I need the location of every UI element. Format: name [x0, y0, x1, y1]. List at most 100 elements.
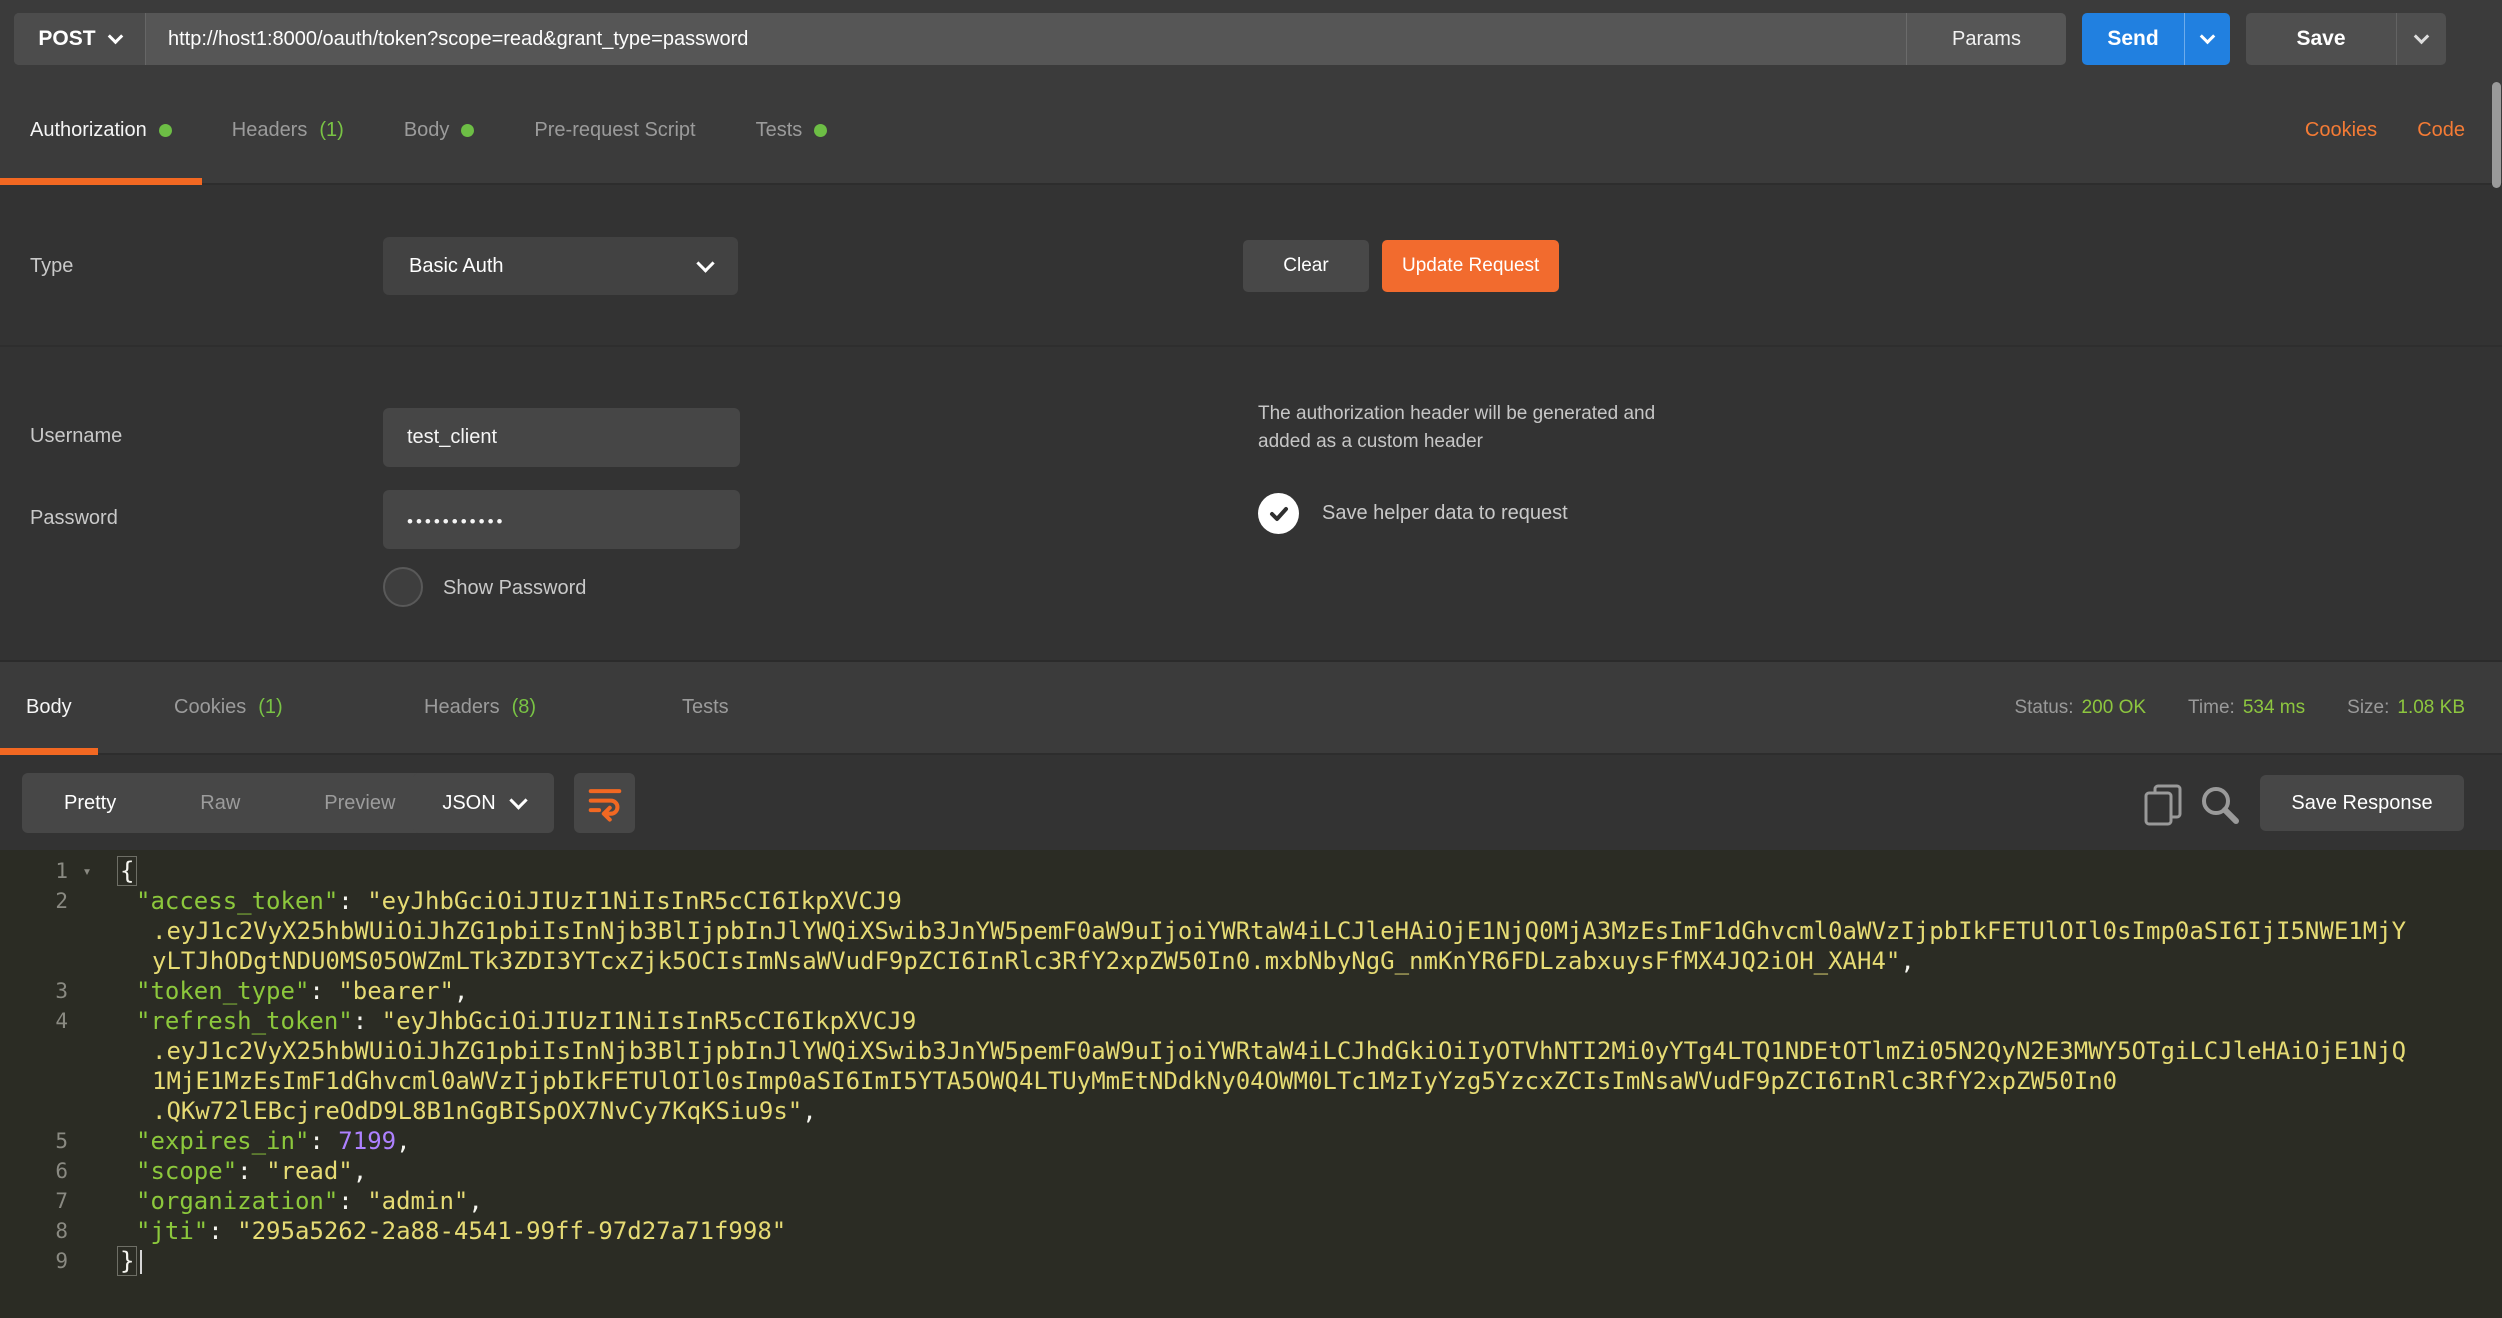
tab-headers[interactable]: Headers (1)	[202, 78, 374, 183]
request-tabs: Authorization Headers (1) Body Pre-reque…	[0, 78, 2502, 185]
save-helper-checkbox[interactable]	[1258, 493, 1299, 534]
fold-arrow-icon[interactable]: ▾	[68, 856, 106, 886]
line-number: 2	[0, 886, 68, 916]
username-input[interactable]: test_client	[383, 408, 740, 467]
save-button[interactable]: Save	[2246, 13, 2396, 65]
format-value: JSON	[442, 792, 495, 815]
helper-note-line1: The authorization header will be generat…	[1258, 400, 1655, 428]
url-input[interactable]: http://host1:8000/oauth/token?scope=read…	[146, 13, 1906, 65]
request-bar: POST http://host1:8000/oauth/token?scope…	[0, 0, 2502, 78]
password-label: Password	[30, 507, 118, 530]
response-meta: Status:200 OK Time:534 ms Size:1.08 KB	[2014, 662, 2465, 753]
send-button-group: Send	[2082, 13, 2230, 65]
password-value: •••••••••••	[407, 508, 505, 532]
view-raw-button[interactable]: Raw	[158, 792, 282, 815]
response-body-editor[interactable]: 1▾{2"access_token": "eyJhbGciOiJIUzI1NiI…	[0, 850, 2502, 1318]
line-number: 3	[0, 976, 68, 1006]
save-button-group: Save	[2246, 13, 2446, 65]
view-pretty-button[interactable]: Pretty	[22, 792, 158, 815]
show-password-label: Show Password	[443, 577, 586, 600]
save-helper-label: Save helper data to request	[1322, 502, 1568, 525]
cookies-link[interactable]: Cookies	[2305, 119, 2377, 142]
response-tabs: Body Cookies (1) Headers (8) Tests Statu…	[0, 660, 2502, 755]
fold-gutter	[68, 1126, 106, 1156]
code-line: 8"jti": "295a5262-2a88-4541-99ff-97d27a7…	[0, 1216, 2502, 1246]
view-mode-group: Pretty Raw Preview	[22, 773, 437, 833]
tab-authorization[interactable]: Authorization	[0, 78, 202, 183]
code-line: 9}	[0, 1246, 2502, 1276]
type-label: Type	[30, 255, 73, 278]
code-line: 2"access_token": "eyJhbGciOiJIUzI1NiIsIn…	[0, 886, 2502, 916]
response-tab-headers-label: Headers	[424, 696, 500, 719]
check-icon	[1267, 502, 1291, 526]
search-response-button[interactable]	[2198, 783, 2242, 827]
fold-gutter	[68, 886, 106, 916]
authorization-panel: Type Basic Auth Clear Update Request Use…	[0, 185, 2502, 660]
word-wrap-icon	[586, 784, 624, 822]
method-label: POST	[38, 27, 95, 51]
tab-body-label: Body	[404, 119, 450, 142]
fold-gutter	[68, 1216, 106, 1246]
tab-authorization-label: Authorization	[30, 119, 147, 142]
show-password-radio[interactable]	[383, 567, 423, 607]
save-response-button[interactable]: Save Response	[2260, 775, 2464, 831]
update-request-button[interactable]: Update Request	[1382, 240, 1559, 292]
tab-tests[interactable]: Tests	[726, 78, 858, 183]
line-number	[0, 1096, 68, 1126]
chevron-down-icon	[2200, 28, 2216, 44]
code-line: 5 "expires_in": 7199,	[0, 1126, 2502, 1156]
response-toolbar: Pretty Raw Preview JSON	[0, 755, 2502, 850]
fold-gutter	[68, 1096, 106, 1126]
tab-body[interactable]: Body	[374, 78, 505, 183]
save-options-button[interactable]	[2396, 13, 2446, 65]
copy-response-button[interactable]	[2141, 783, 2185, 827]
tab-pre-request-script[interactable]: Pre-request Script	[504, 78, 725, 183]
password-input[interactable]: •••••••••••	[383, 490, 740, 549]
response-tab-headers[interactable]: Headers (8)	[398, 662, 562, 753]
line-number: 9	[0, 1246, 68, 1276]
tab-links: Cookies Code	[2305, 78, 2465, 183]
tab-pre-request-label: Pre-request Script	[534, 119, 695, 142]
send-button[interactable]: Send	[2082, 13, 2184, 65]
response-tab-tests[interactable]: Tests	[656, 662, 755, 753]
fold-gutter	[68, 1006, 106, 1036]
response-tab-body[interactable]: Body	[0, 662, 98, 753]
method-select[interactable]: POST	[14, 13, 146, 65]
size-value: 1.08 KB	[2397, 697, 2465, 718]
line-number	[0, 946, 68, 976]
fold-gutter	[68, 1246, 106, 1276]
search-icon	[2199, 784, 2241, 826]
response-tab-cookies-label: Cookies	[174, 696, 246, 719]
auth-type-select[interactable]: Basic Auth	[383, 237, 738, 295]
tab-headers-label: Headers	[232, 119, 308, 142]
line-number	[0, 1036, 68, 1066]
code-line: 6"scope": "read",	[0, 1156, 2502, 1186]
size-badge: Size:1.08 KB	[2347, 697, 2465, 719]
code-text: .eyJ1c2VyX25hbWUiOiJhZG1pbiIsInNjb3BlIjp…	[106, 916, 2502, 946]
code-text: }	[106, 1246, 2502, 1276]
time-value: 534 ms	[2243, 697, 2305, 718]
send-options-button[interactable]	[2184, 13, 2230, 65]
line-number: 8	[0, 1216, 68, 1246]
code-text: .eyJ1c2VyX25hbWUiOiJhZG1pbiIsInNjb3BlIjp…	[106, 1036, 2502, 1066]
code-line: .QKw72lEBcjreOdD9L8B1nGgBISpOX7NvCy7KqKS…	[0, 1096, 2502, 1126]
params-button[interactable]: Params	[1906, 13, 2066, 65]
chevron-down-icon	[509, 791, 527, 809]
code-link[interactable]: Code	[2417, 119, 2465, 142]
line-number: 1	[0, 856, 68, 886]
text-cursor	[140, 1250, 142, 1274]
scrollbar-thumb[interactable]	[2492, 82, 2501, 188]
clear-button[interactable]: Clear	[1243, 240, 1369, 292]
chevron-down-icon	[2414, 28, 2430, 44]
code-text: "organization": "admin",	[106, 1186, 2502, 1216]
helper-note-line2: added as a custom header	[1258, 428, 1655, 456]
code-text: "expires_in": 7199,	[106, 1126, 2502, 1156]
response-tab-cookies[interactable]: Cookies (1)	[148, 662, 309, 753]
format-select[interactable]: JSON	[413, 773, 554, 833]
line-number: 7	[0, 1186, 68, 1216]
line-number: 5	[0, 1126, 68, 1156]
fold-gutter	[68, 1066, 106, 1096]
green-dot-icon	[461, 124, 474, 137]
helper-note: The authorization header will be generat…	[1258, 400, 1655, 456]
word-wrap-button[interactable]	[574, 773, 635, 833]
